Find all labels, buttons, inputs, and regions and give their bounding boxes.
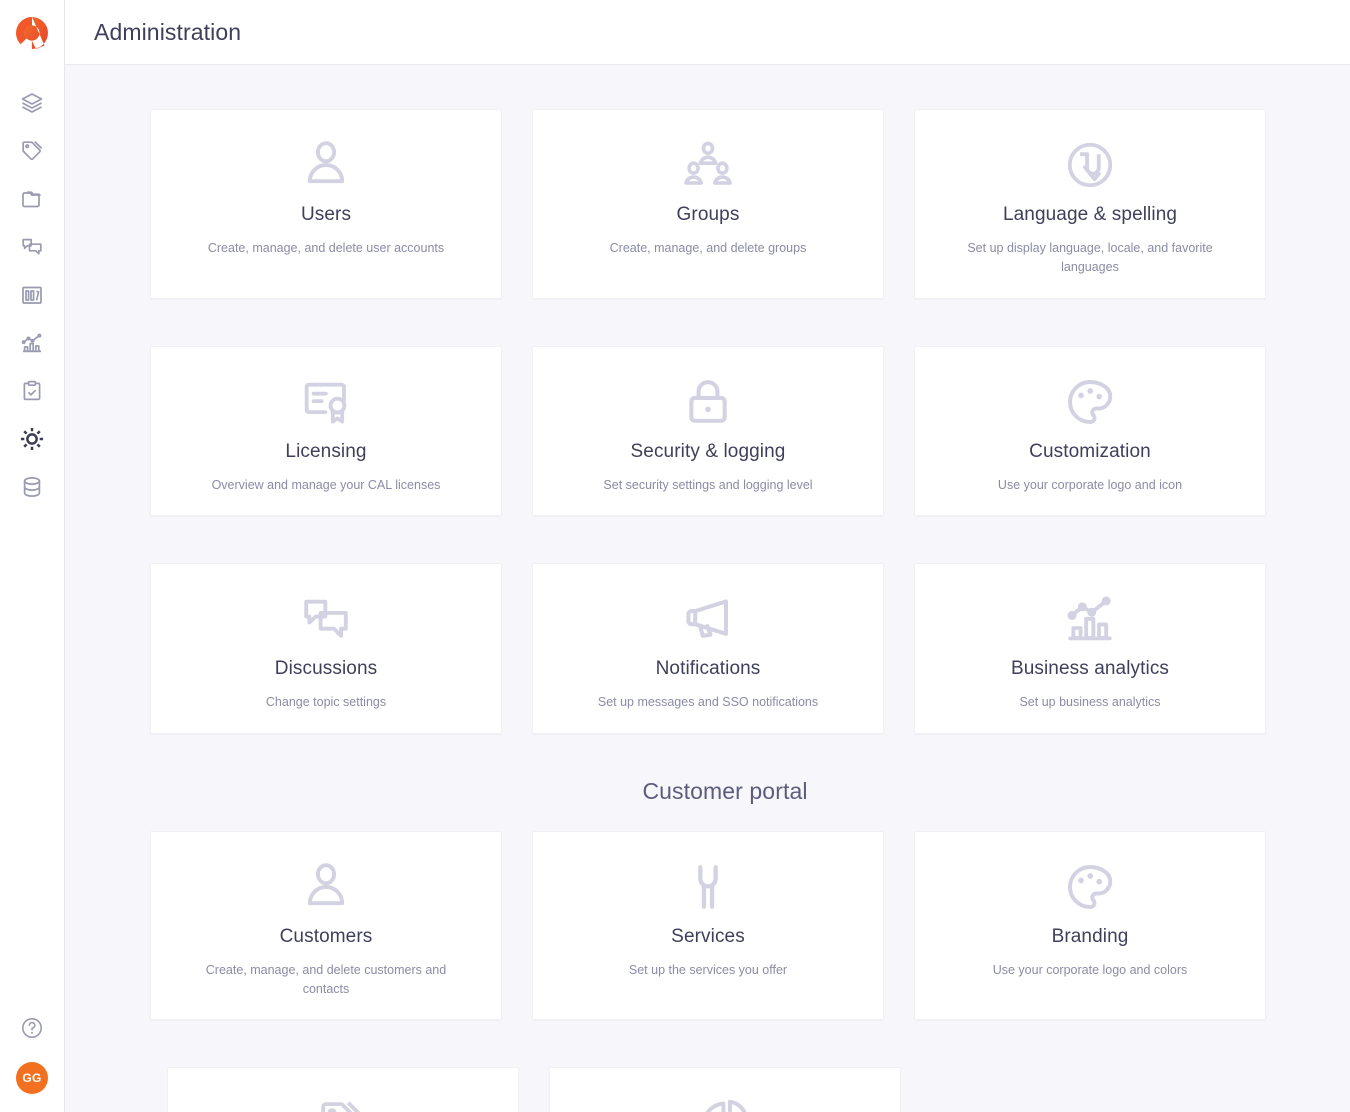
admin-card-customers[interactable]: Customers Create, manage, and delete cust… <box>150 831 502 1021</box>
books-icon <box>20 283 44 307</box>
layers-icon <box>20 91 44 115</box>
gear-icon <box>19 426 45 452</box>
card-description: Use your corporate logo and colors <box>993 961 1188 980</box>
analytics-chart-icon <box>20 331 44 355</box>
sidebar-item-discussions[interactable] <box>11 231 53 263</box>
card-description: Create, manage, and delete user accounts <box>208 239 444 258</box>
card-title: Customization <box>1029 441 1151 463</box>
card-title: Security & logging <box>631 441 786 463</box>
card-description: Create, manage, and delete customers and… <box>186 961 466 1000</box>
card-grid: Customers Create, manage, and delete cust… <box>150 831 1300 1021</box>
card-title: Groups <box>677 204 740 226</box>
sections-root: Users Create, manage, and delete user acc… <box>150 109 1300 1112</box>
chat-bubbles-icon <box>20 235 44 259</box>
admin-card-users[interactable]: Users Create, manage, and delete user acc… <box>150 109 502 299</box>
database-icon <box>20 475 44 499</box>
card-title: Licensing <box>285 441 366 463</box>
card-title: Branding <box>1052 926 1129 948</box>
card-title: Notifications <box>656 658 761 680</box>
admin-card-services[interactable]: Services Set up the services you offer <box>532 831 884 1021</box>
help-button[interactable] <box>20 1016 44 1040</box>
admin-card-discussions[interactable]: Discussions Change topic settings <box>150 563 502 733</box>
sidebar-item-tags[interactable] <box>11 135 53 167</box>
sidebar-item-administration[interactable] <box>11 423 53 455</box>
chat-bubbles-icon <box>299 590 353 648</box>
group-icon <box>681 136 735 194</box>
card-description: Set up messages and SSO notifications <box>598 693 818 712</box>
card-title: Language & spelling <box>1003 204 1177 226</box>
admin-card-business-analytics[interactable]: Business analytics Set up business analyt… <box>914 563 1266 733</box>
tag-icon <box>20 139 44 163</box>
folder-icon <box>20 187 44 211</box>
sidebar-nav <box>0 87 64 503</box>
admin-card-security-logging[interactable]: Security & logging Set security settings … <box>532 346 884 516</box>
app-logo-icon <box>14 15 50 51</box>
top-bar: Administration <box>65 0 1350 65</box>
card-description: Create, manage, and delete groups <box>610 239 807 258</box>
sidebar-item-layers[interactable] <box>11 87 53 119</box>
sidebar-item-tasks[interactable] <box>11 375 53 407</box>
card-description: Change topic settings <box>266 693 386 712</box>
admin-card-branding[interactable]: Branding Use your corporate logo and colo… <box>914 831 1266 1021</box>
card-title: Business analytics <box>1011 658 1169 680</box>
card-title: Discussions <box>275 658 377 680</box>
user-icon <box>299 858 353 916</box>
admin-card-license-usage[interactable]: License usageView customers' usage detai… <box>549 1067 901 1112</box>
admin-card-language-spelling[interactable]: Language & spelling Set up display langua… <box>914 109 1266 299</box>
sidebar-item-database[interactable] <box>11 471 53 503</box>
megaphone-icon <box>681 590 735 648</box>
admin-card-groups[interactable]: Groups Create, manage, and delete groups <box>532 109 884 299</box>
card-grid: Users Create, manage, and delete user acc… <box>150 109 1300 734</box>
card-description: Overview and manage your CAL licenses <box>212 476 441 495</box>
certificate-icon <box>299 373 353 431</box>
palette-icon <box>1063 858 1117 916</box>
sidebar-item-analytics[interactable] <box>11 327 53 359</box>
card-description: Set up the services you offer <box>629 961 787 980</box>
app-logo[interactable] <box>0 0 65 65</box>
clipboard-check-icon <box>20 379 44 403</box>
pie-chart-icon <box>698 1094 752 1112</box>
admin-card-licensing[interactable]: Licensing Overview and manage your CAL li… <box>150 346 502 516</box>
card-description: Set up business analytics <box>1019 693 1160 712</box>
analytics-chart-icon <box>1063 590 1117 648</box>
card-grid: Offer settingsManage offer expiry settin… <box>150 1067 1300 1112</box>
sidebar-item-folders[interactable] <box>11 183 53 215</box>
card-title: Customers <box>280 926 373 948</box>
avatar[interactable]: GG <box>16 1062 48 1094</box>
page-title: Administration <box>94 19 241 46</box>
admin-card-customization[interactable]: Customization Use your corporate logo and… <box>914 346 1266 516</box>
lock-icon <box>681 373 735 431</box>
sidebar-footer: GG <box>16 1016 48 1112</box>
section-heading: Customer portal <box>150 778 1300 805</box>
palette-icon <box>1063 373 1117 431</box>
tag-icon <box>316 1094 370 1112</box>
language-icon <box>1063 136 1117 194</box>
main-column: Administration Users Create, manage, and … <box>65 0 1350 1112</box>
card-title: Users <box>301 204 351 226</box>
card-description: Set up display language, locale, and fav… <box>950 239 1230 278</box>
wrench-icon <box>681 858 735 916</box>
help-circle-icon <box>20 1016 44 1040</box>
administration-page: GG Administration Users Create, manage, a… <box>0 0 1350 1112</box>
card-description: Use your corporate logo and icon <box>998 476 1182 495</box>
card-description: Set security settings and logging level <box>603 476 812 495</box>
card-title: Services <box>671 926 745 948</box>
admin-card-notifications[interactable]: Notifications Set up messages and SSO not… <box>532 563 884 733</box>
admin-card-offer-settings[interactable]: Offer settingsManage offer expiry settin… <box>167 1067 519 1112</box>
left-sidebar: GG <box>0 0 65 1112</box>
sidebar-item-library[interactable] <box>11 279 53 311</box>
content-area: Users Create, manage, and delete user acc… <box>65 65 1350 1112</box>
user-icon <box>299 136 353 194</box>
